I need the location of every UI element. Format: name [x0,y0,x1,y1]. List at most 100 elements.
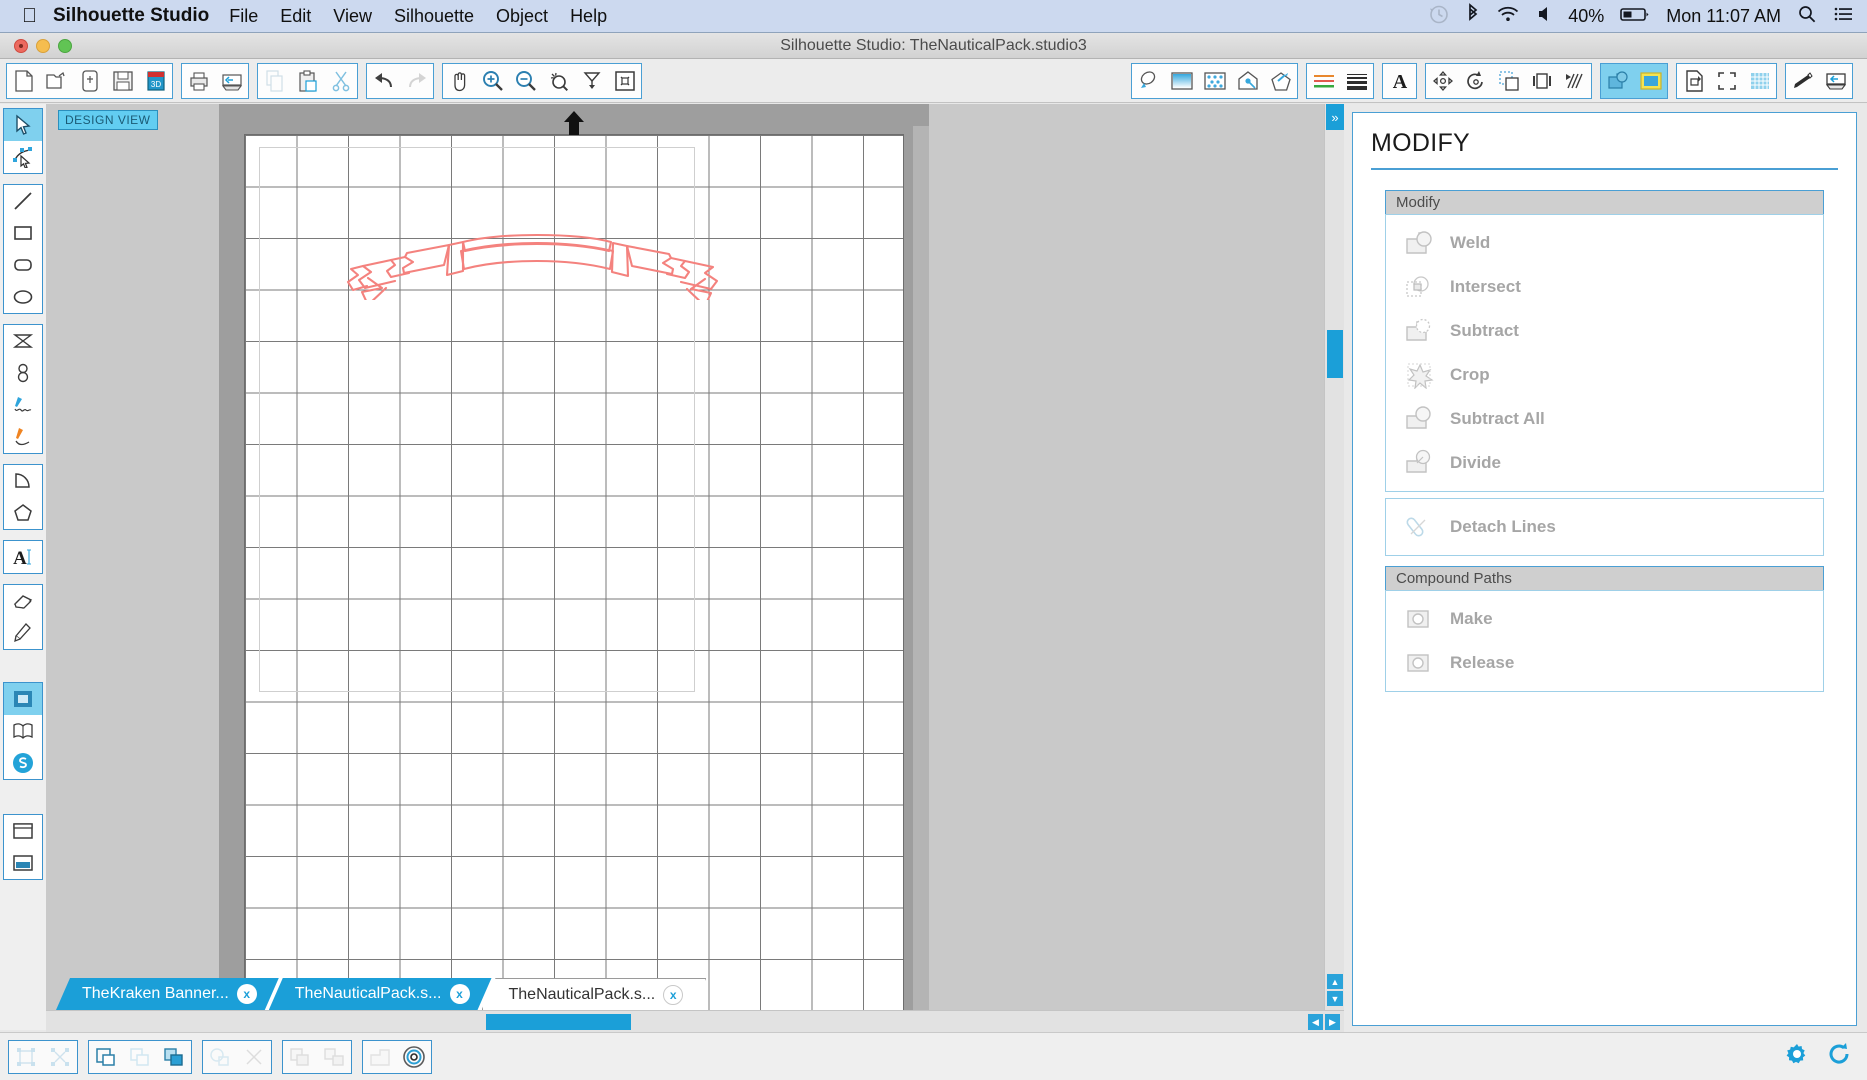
fit-to-window-button[interactable] [575,64,608,98]
select-all-button[interactable] [9,1041,43,1073]
vertical-scroll-thumb[interactable] [1327,330,1343,378]
cut-button[interactable] [324,64,357,98]
subtract-row[interactable]: Subtract [1386,309,1823,353]
tab-thenauticalpack-1[interactable]: TheNauticalPack.s... x [269,978,492,1010]
edit-points-tool[interactable] [4,141,42,173]
modify-panel-button[interactable] [1601,63,1634,98]
weld-row[interactable]: Weld [1386,221,1823,265]
canvas-horizontal-scrollbar[interactable]: ◀ ▶ [46,1010,1344,1032]
registration-marks-button[interactable] [1710,64,1743,98]
collapse-panel-button[interactable]: » [1326,104,1344,130]
group-button[interactable] [283,1041,317,1073]
ellipse-tool[interactable] [4,281,42,313]
design-mat[interactable] [244,134,904,1010]
make-compound-row[interactable]: Make [1386,597,1823,641]
battery-icon[interactable] [1620,3,1650,30]
library-button[interactable] [4,715,42,747]
send-window-button[interactable] [4,847,42,879]
gear-icon[interactable] [1783,1040,1811,1073]
release-compound-row[interactable]: Release [1386,641,1823,685]
ungroup-button[interactable] [317,1041,351,1073]
redo-button[interactable] [400,64,433,98]
line-color-button[interactable] [1132,64,1165,98]
text-style-button[interactable]: A [1383,64,1416,98]
save-as-button[interactable]: 3D [139,64,172,98]
weld-button[interactable] [203,1041,237,1073]
bring-to-front-button[interactable] [89,1041,123,1073]
menu-item-help[interactable]: Help [570,6,607,27]
release-button[interactable] [237,1041,271,1073]
search-icon[interactable] [1797,3,1817,30]
regular-polygon-tool[interactable] [4,497,42,529]
zoom-in-button[interactable] [476,64,509,98]
sketch-fill-button[interactable] [1264,64,1297,98]
wifi-icon[interactable] [1496,3,1520,30]
tab-close-icon[interactable]: x [663,985,683,1005]
tab-thenauticalpack-2[interactable]: TheNauticalPack.s... x [482,978,707,1010]
menu-item-silhouette[interactable]: Silhouette [394,6,474,27]
canvas-vertical-scrollbar[interactable]: ▲ ▼ [1324,104,1344,1010]
line-thickness-button[interactable] [1340,64,1373,98]
eraser-tool[interactable] [4,585,42,617]
notification-list-icon[interactable] [1833,3,1855,30]
tab-thekraken-banner[interactable]: TheKraken Banner... x [56,978,279,1010]
copy-button[interactable] [258,64,291,98]
zoom-out-button[interactable] [509,64,542,98]
gradient-fill-button[interactable] [1231,64,1264,98]
canvas-area[interactable]: DESIGN VIEW ▲ ▼ [46,104,1344,1010]
bluetooth-icon[interactable] [1466,2,1480,30]
volume-icon[interactable] [1536,3,1552,30]
grid-button[interactable] [1743,64,1776,98]
cut-settings-button[interactable] [1819,64,1852,98]
offset-panel-button[interactable] [1634,63,1667,98]
polygon-tool[interactable] [4,325,42,357]
rotate-button[interactable] [1459,64,1492,98]
intersect-row[interactable]: Intersect [1386,265,1823,309]
menu-clock[interactable]: Mon 11:07 AM [1666,6,1781,27]
undo-button[interactable] [367,64,400,98]
curve-tool[interactable] [4,357,42,389]
pattern-fill-button[interactable] [1198,64,1231,98]
line-tool[interactable] [4,185,42,217]
line-style-button[interactable] [1307,64,1340,98]
scale-button[interactable] [1492,64,1525,98]
rectangle-tool[interactable] [4,217,42,249]
tab-close-icon[interactable]: x [237,984,257,1004]
sync-icon[interactable] [1825,1040,1853,1073]
rounded-rectangle-tool[interactable] [4,249,42,281]
design-view-button[interactable] [4,683,42,715]
menu-item-object[interactable]: Object [496,6,548,27]
bring-forward-button[interactable] [157,1041,191,1073]
select-tool[interactable] [4,109,42,141]
open-from-library-button[interactable] [73,64,106,98]
apple-icon[interactable]:  [22,6,37,26]
knife-tool[interactable] [4,617,42,649]
make-compound-path-button[interactable] [363,1041,397,1073]
menu-item-edit[interactable]: Edit [280,6,311,27]
menu-app-name[interactable]: Silhouette Studio [53,5,209,27]
divide-row[interactable]: Divide [1386,441,1823,485]
smooth-freehand-tool[interactable] [4,421,42,453]
text-tool[interactable]: A [4,541,42,573]
nautical-banner-artwork[interactable] [345,220,725,300]
horizontal-scroll-thumb[interactable] [486,1014,631,1030]
menu-item-file[interactable]: File [229,6,258,27]
detach-lines-row[interactable]: Detach Lines [1386,505,1823,549]
page-setup-button[interactable] [1677,64,1710,98]
pan-tool-button[interactable] [443,64,476,98]
open-document-button[interactable] [40,64,73,98]
offset-button[interactable] [397,1041,431,1073]
zoom-selection-button[interactable] [542,64,575,98]
save-button[interactable] [106,64,139,98]
crop-row[interactable]: Crop [1386,353,1823,397]
shear-button[interactable] [1558,64,1591,98]
cutting-mat-region[interactable] [219,104,929,1010]
fill-color-button[interactable] [1165,64,1198,98]
paste-button[interactable] [291,64,324,98]
move-button[interactable] [1426,64,1459,98]
new-document-button[interactable] [7,64,40,98]
send-backward-button[interactable] [123,1041,157,1073]
subtract-all-row[interactable]: Subtract All [1386,397,1823,441]
align-button[interactable] [1525,64,1558,98]
tab-close-icon[interactable]: x [450,984,470,1004]
